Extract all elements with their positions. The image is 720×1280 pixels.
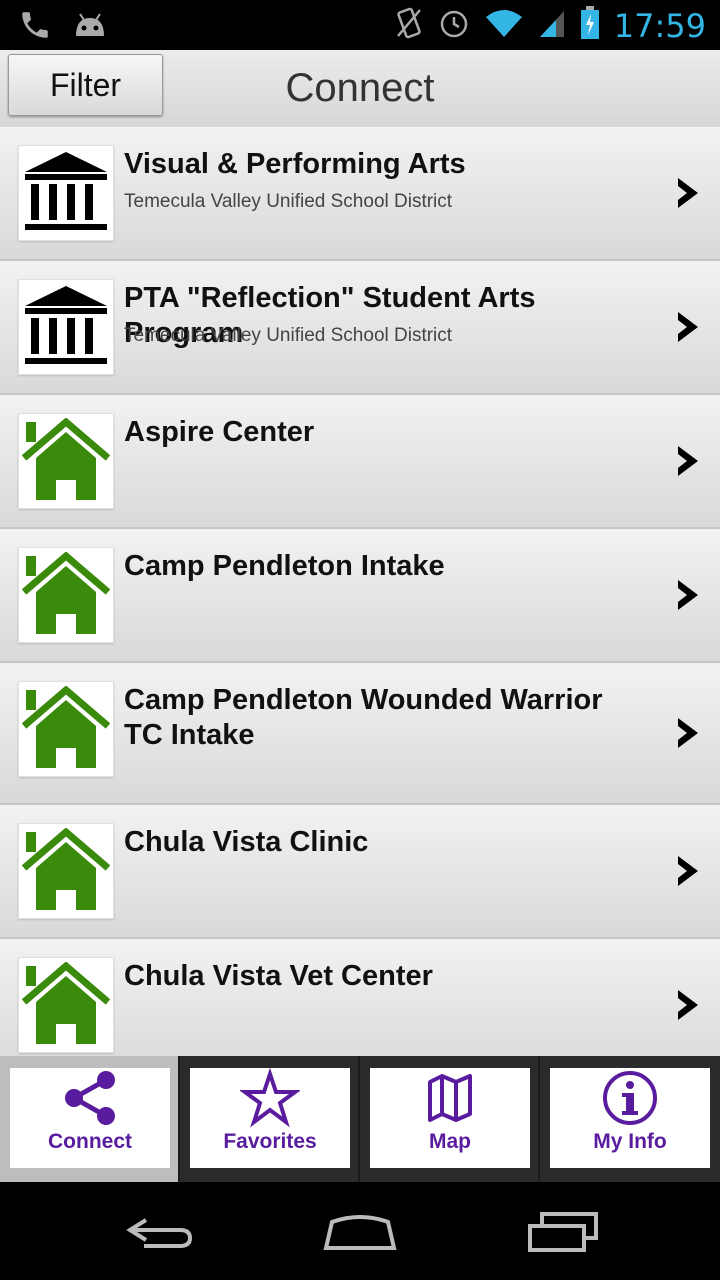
chevron-right-icon xyxy=(678,446,698,476)
tab-label: My Info xyxy=(593,1130,667,1153)
share-icon xyxy=(65,1071,115,1125)
signal-icon xyxy=(538,7,566,44)
tab-my-info[interactable]: My Info xyxy=(540,1056,720,1182)
tab-favorites[interactable]: Favorites xyxy=(180,1056,358,1182)
chevron-right-icon xyxy=(678,718,698,748)
list-item[interactable]: PTA "Reflection" Student Arts Program Te… xyxy=(0,261,720,395)
connect-list[interactable]: Visual & Performing Arts Temecula Valley… xyxy=(0,127,720,1056)
house-icon xyxy=(18,823,114,919)
list-item-subtitle: Temecula Valley Unified School District xyxy=(124,325,453,346)
system-nav-bar xyxy=(0,1182,720,1280)
star-icon xyxy=(240,1068,300,1128)
tab-map-button[interactable]: Map xyxy=(370,1068,530,1168)
map-icon xyxy=(428,1074,472,1122)
house-icon xyxy=(18,681,114,777)
list-item[interactable]: Aspire Center xyxy=(0,395,720,529)
page-title: Connect xyxy=(285,66,435,110)
tab-map[interactable]: Map xyxy=(360,1056,538,1182)
info-icon xyxy=(603,1071,657,1125)
tab-my-info-button[interactable]: My Info xyxy=(550,1068,710,1168)
top-bar: Filter Connect xyxy=(0,50,720,128)
list-item[interactable]: Chula Vista Vet Center xyxy=(0,939,720,1056)
list-item[interactable]: Visual & Performing Arts Temecula Valley… xyxy=(0,127,720,261)
tab-connect[interactable]: Connect xyxy=(0,1056,178,1182)
no-vibrate-icon xyxy=(394,6,424,45)
institution-icon xyxy=(18,279,114,375)
house-icon xyxy=(18,547,114,643)
chevron-right-icon xyxy=(678,312,698,342)
wifi-icon xyxy=(484,7,524,44)
alarm-icon xyxy=(438,7,470,44)
phone-icon xyxy=(18,8,52,47)
chevron-right-icon xyxy=(678,580,698,610)
android-debug-icon xyxy=(72,10,108,45)
clock-time: 17:59 xyxy=(613,6,706,45)
house-icon xyxy=(18,957,114,1053)
list-item-title: Chula Vista Clinic xyxy=(124,826,369,858)
chevron-right-icon xyxy=(678,856,698,886)
tab-connect-button[interactable]: Connect xyxy=(10,1068,170,1168)
recent-apps-icon[interactable] xyxy=(526,1210,600,1254)
tab-bar: Connect Favorites Map My Info xyxy=(0,1056,720,1182)
status-bar: 17:59 xyxy=(0,0,720,50)
list-item-title: Visual & Performing Arts xyxy=(124,148,466,180)
list-item-title: Chula Vista Vet Center xyxy=(124,960,433,992)
back-icon[interactable] xyxy=(124,1214,194,1250)
home-icon[interactable] xyxy=(322,1212,398,1252)
institution-icon xyxy=(18,145,114,241)
list-item[interactable]: Camp Pendleton Intake xyxy=(0,529,720,663)
tab-favorites-button[interactable]: Favorites xyxy=(190,1068,350,1168)
battery-icon xyxy=(580,6,600,45)
list-item-title: Camp Pendleton Intake xyxy=(124,550,445,582)
house-icon xyxy=(18,413,114,509)
tab-label: Favorites xyxy=(223,1130,317,1153)
chevron-right-icon xyxy=(678,990,698,1020)
list-item-title: Aspire Center xyxy=(124,416,315,448)
tab-label: Map xyxy=(429,1130,471,1153)
list-item-subtitle: Temecula Valley Unified School District xyxy=(124,191,453,212)
tab-label: Connect xyxy=(48,1130,132,1153)
list-item[interactable]: Chula Vista Clinic xyxy=(0,805,720,939)
list-item[interactable]: Camp Pendleton Wounded Warrior TC Intake xyxy=(0,663,720,805)
chevron-right-icon xyxy=(678,178,698,208)
list-item-title: Camp Pendleton Wounded Warrior TC Intake xyxy=(124,684,603,751)
